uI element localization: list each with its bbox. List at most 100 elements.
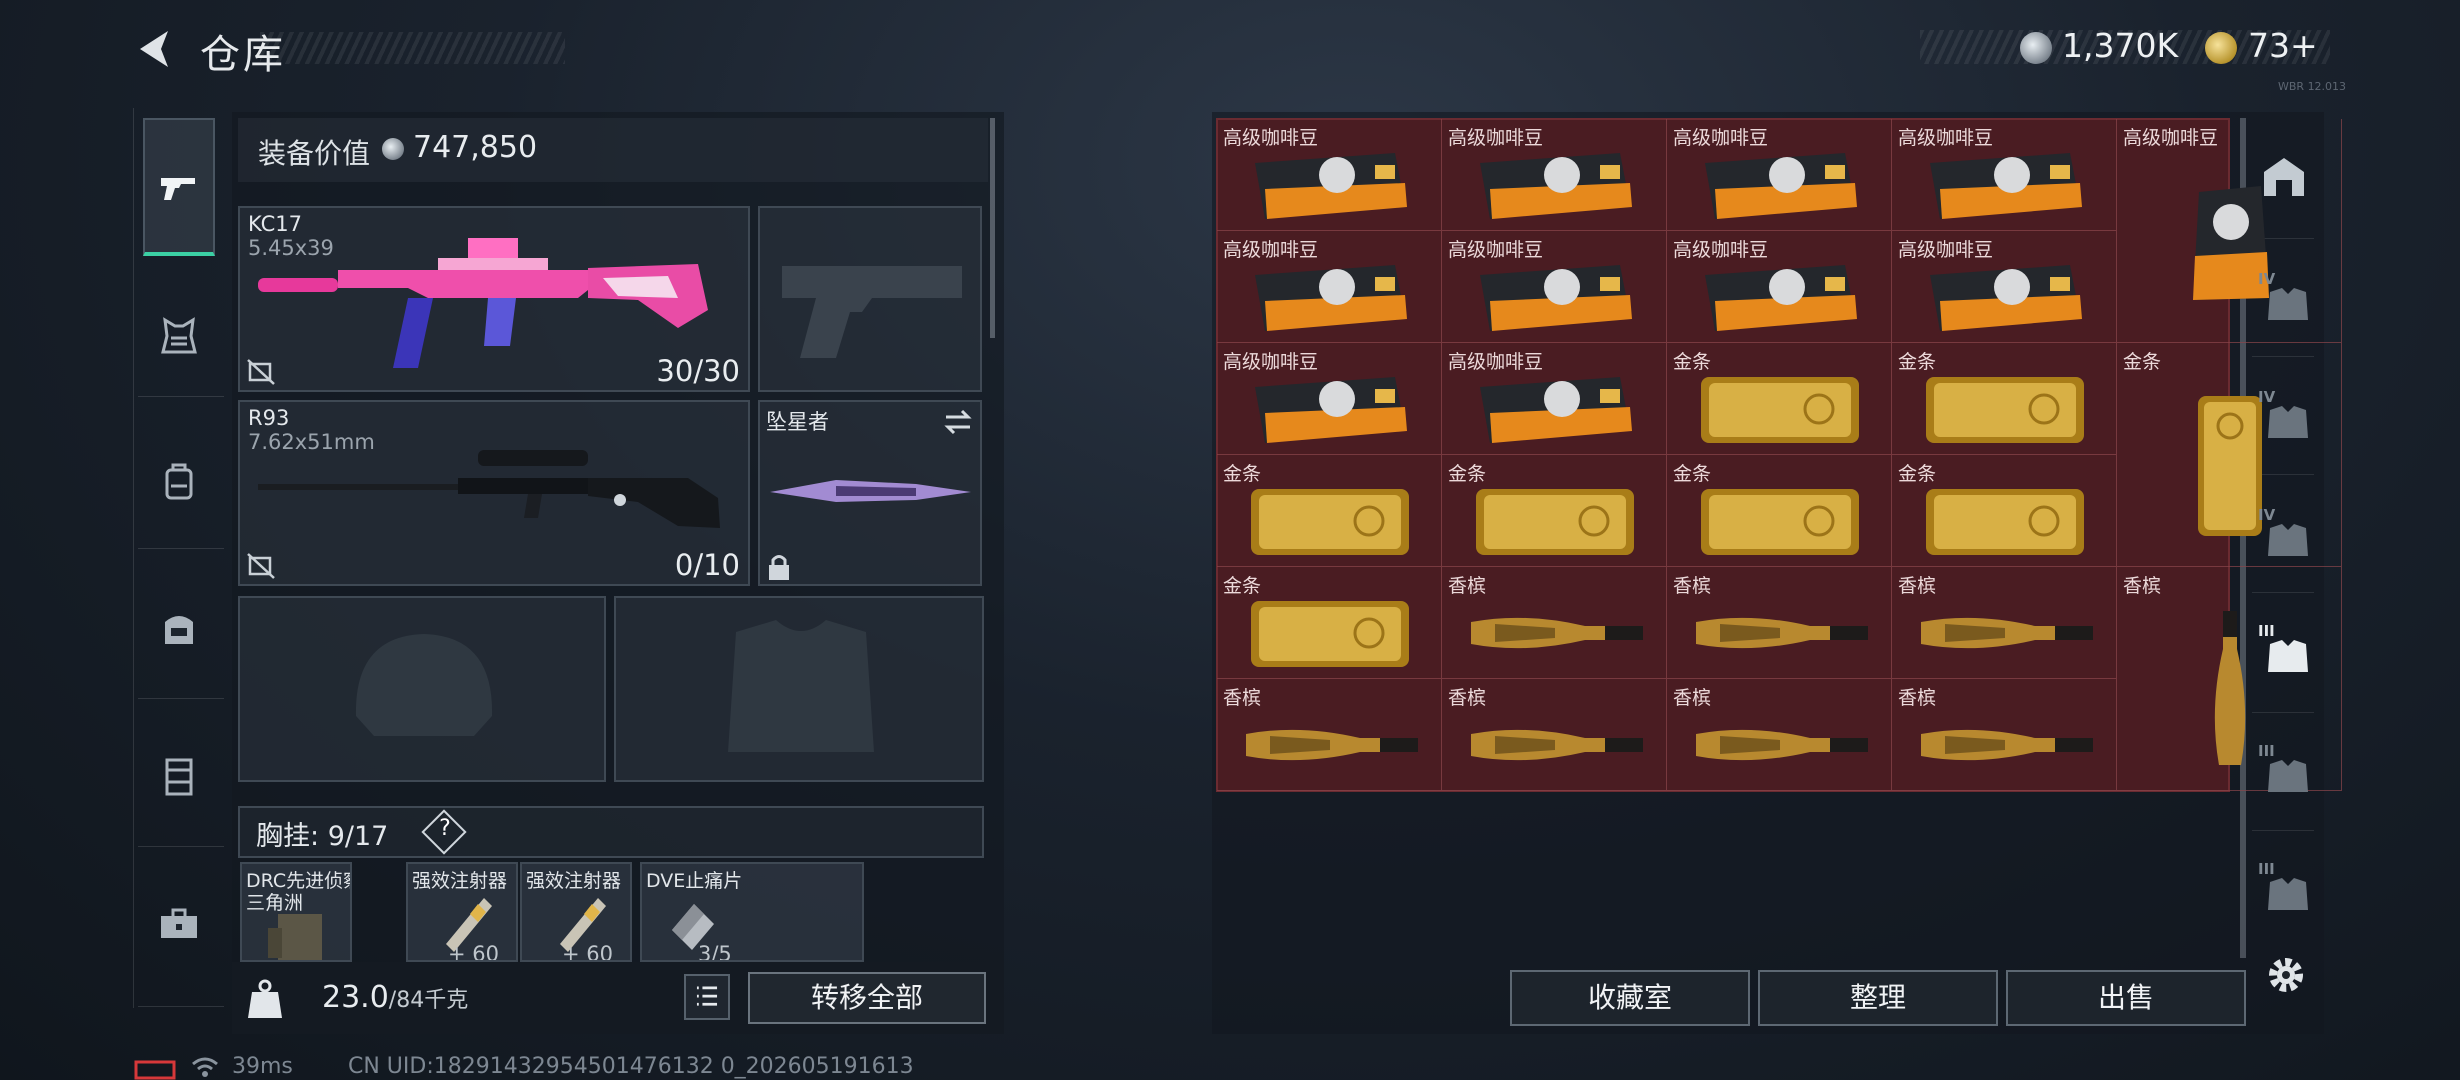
- chest-item[interactable]: DRC先进侦察... 三角洲: [240, 862, 352, 962]
- storage-item[interactable]: 金条: [1217, 455, 1442, 567]
- chest-rig-title: 胸挂:: [256, 821, 320, 852]
- ammo-count: 0/10: [674, 548, 740, 582]
- storage-item[interactable]: 金条: [1442, 455, 1667, 567]
- storage-item[interactable]: 金条: [1892, 455, 2117, 567]
- collection-room-button[interactable]: 收藏室: [1510, 970, 1750, 1026]
- back-arrow-icon[interactable]: [130, 26, 176, 72]
- bag-icon[interactable]: [155, 604, 203, 652]
- nav-divider: [2252, 830, 2314, 831]
- melee-name: 坠星者: [766, 410, 829, 434]
- settings-gear-icon[interactable]: [2264, 953, 2308, 997]
- armor-vest-icon: [2268, 640, 2308, 672]
- coffee-item-image: [1470, 145, 1640, 229]
- storage-item[interactable]: 香槟: [1442, 679, 1667, 791]
- item-qty: + 60: [448, 942, 500, 962]
- storage-item[interactable]: 高级咖啡豆: [1892, 119, 2117, 231]
- armor-tier-tab[interactable]: IV: [2258, 388, 2314, 444]
- toolbox-icon[interactable]: [155, 900, 203, 948]
- list-icon[interactable]: [684, 974, 730, 1020]
- helmet-silhouette-icon: [355, 634, 493, 736]
- storage-item[interactable]: 香槟: [1892, 567, 2117, 679]
- gold-item-image: [1920, 369, 2090, 453]
- page-title: 仓库: [200, 32, 286, 78]
- weight-value: 23.0/84千克: [322, 980, 468, 1015]
- storage-item[interactable]: 高级咖啡豆: [1667, 119, 1892, 231]
- primary-weapon-slot[interactable]: KC17 5.45x39 30/30: [238, 206, 750, 392]
- storage-item[interactable]: 高级咖啡豆: [1442, 119, 1667, 231]
- armor-vest-icon: [2268, 406, 2308, 438]
- swap-icon[interactable]: [942, 408, 974, 436]
- gear-vest-icon[interactable]: [155, 312, 203, 360]
- pistol-slot[interactable]: [758, 206, 982, 392]
- gold-item-image: [1470, 481, 1640, 565]
- storage-item[interactable]: 金条: [1892, 343, 2117, 455]
- storage-item[interactable]: 香槟: [1667, 679, 1892, 791]
- sell-button[interactable]: 出售: [2006, 970, 2246, 1026]
- melee-slot[interactable]: 坠星者: [758, 400, 982, 586]
- scrollbar[interactable]: [990, 118, 995, 338]
- help-label[interactable]: ?: [434, 816, 456, 841]
- champ-item-image: [1465, 720, 1645, 774]
- title-decoration: [260, 32, 565, 64]
- coffee-item-image: [1470, 369, 1640, 453]
- storage-item[interactable]: 高级咖啡豆: [1442, 343, 1667, 455]
- storage-item[interactable]: 香槟: [1217, 679, 1442, 791]
- sort-button[interactable]: 整理: [1758, 970, 1998, 1026]
- nav-divider: [138, 846, 224, 847]
- champ-item-image: [1915, 720, 2095, 774]
- coffee-item-image: [1245, 257, 1415, 341]
- storage-item[interactable]: 金条: [1217, 567, 1442, 679]
- backpack-icon[interactable]: [155, 458, 203, 506]
- ping-text: 39ms: [232, 1054, 293, 1079]
- battery-icon: [134, 1060, 176, 1080]
- gold-currency: 73: [2248, 26, 2290, 65]
- helmet-slot[interactable]: [238, 596, 606, 782]
- armor-case-icon[interactable]: [155, 752, 203, 800]
- no-attachment-icon: [247, 359, 275, 385]
- storage-item[interactable]: 高级咖啡豆: [1217, 119, 1442, 231]
- armor-tier-tab[interactable]: III: [2258, 860, 2314, 916]
- chest-item[interactable]: 强效注射器 + 60: [520, 862, 632, 962]
- silver-coin-icon: [2020, 32, 2052, 64]
- version-tag: WBR 12.013: [2278, 80, 2347, 93]
- storage-item[interactable]: 金条: [1667, 343, 1892, 455]
- chest-rig-label: 胸挂: 9/17: [256, 814, 388, 853]
- storage-item[interactable]: 香槟: [1892, 679, 2117, 791]
- storage-item[interactable]: 高级咖啡豆: [1217, 343, 1442, 455]
- storage-item[interactable]: 高级咖啡豆: [1892, 231, 2117, 343]
- champ-item-image: [1915, 608, 2095, 662]
- champ-item-image: [1465, 608, 1645, 662]
- chest-item[interactable]: 强效注射器 + 60: [406, 862, 518, 962]
- chest-item[interactable]: DVE止痛片 3/5: [640, 862, 864, 962]
- gold-currency-wrap[interactable]: 73+: [2248, 26, 2318, 65]
- r93-sniper-image: [258, 450, 720, 528]
- armor-tier-tab[interactable]: IV: [2258, 506, 2314, 562]
- item-name: 高级咖啡豆: [2123, 127, 2219, 149]
- armor-tier-tab[interactable]: IV: [2258, 270, 2314, 326]
- backpack-rig-image: [268, 914, 322, 960]
- item-name: 香槟: [1448, 575, 1487, 597]
- item-name: 香槟: [1223, 687, 1262, 709]
- item-qty: 3/5: [698, 942, 732, 962]
- armor-tier-tab[interactable]: III: [2258, 622, 2314, 678]
- wifi-icon: [192, 1057, 218, 1077]
- coffee-item-image: [1695, 145, 1865, 229]
- storage-item[interactable]: 高级咖啡豆: [1217, 231, 1442, 343]
- coffee-item-image: [1245, 369, 1415, 453]
- storage-item[interactable]: 香槟: [1442, 567, 1667, 679]
- nav-divider: [138, 548, 224, 549]
- champ-item-image: [1690, 608, 1870, 662]
- storage-item[interactable]: 香槟: [1667, 567, 1892, 679]
- add-currency-icon[interactable]: +: [2290, 26, 2318, 65]
- storage-item[interactable]: 金条: [1667, 455, 1892, 567]
- storage-item[interactable]: 高级咖啡豆: [1442, 231, 1667, 343]
- transfer-all-button[interactable]: 转移全部: [748, 972, 986, 1024]
- armor-slot[interactable]: [614, 596, 984, 782]
- secondary-weapon-slot[interactable]: R93 7.62x51mm 0/10: [238, 400, 750, 586]
- armor-tier-tab[interactable]: III: [2258, 742, 2314, 798]
- item-qty: + 60: [562, 942, 614, 962]
- storage-item[interactable]: 高级咖啡豆: [1667, 231, 1892, 343]
- weight-current: 23.0: [322, 980, 389, 1015]
- gold-item-image: [2192, 390, 2268, 544]
- pistol-icon[interactable]: [155, 164, 203, 212]
